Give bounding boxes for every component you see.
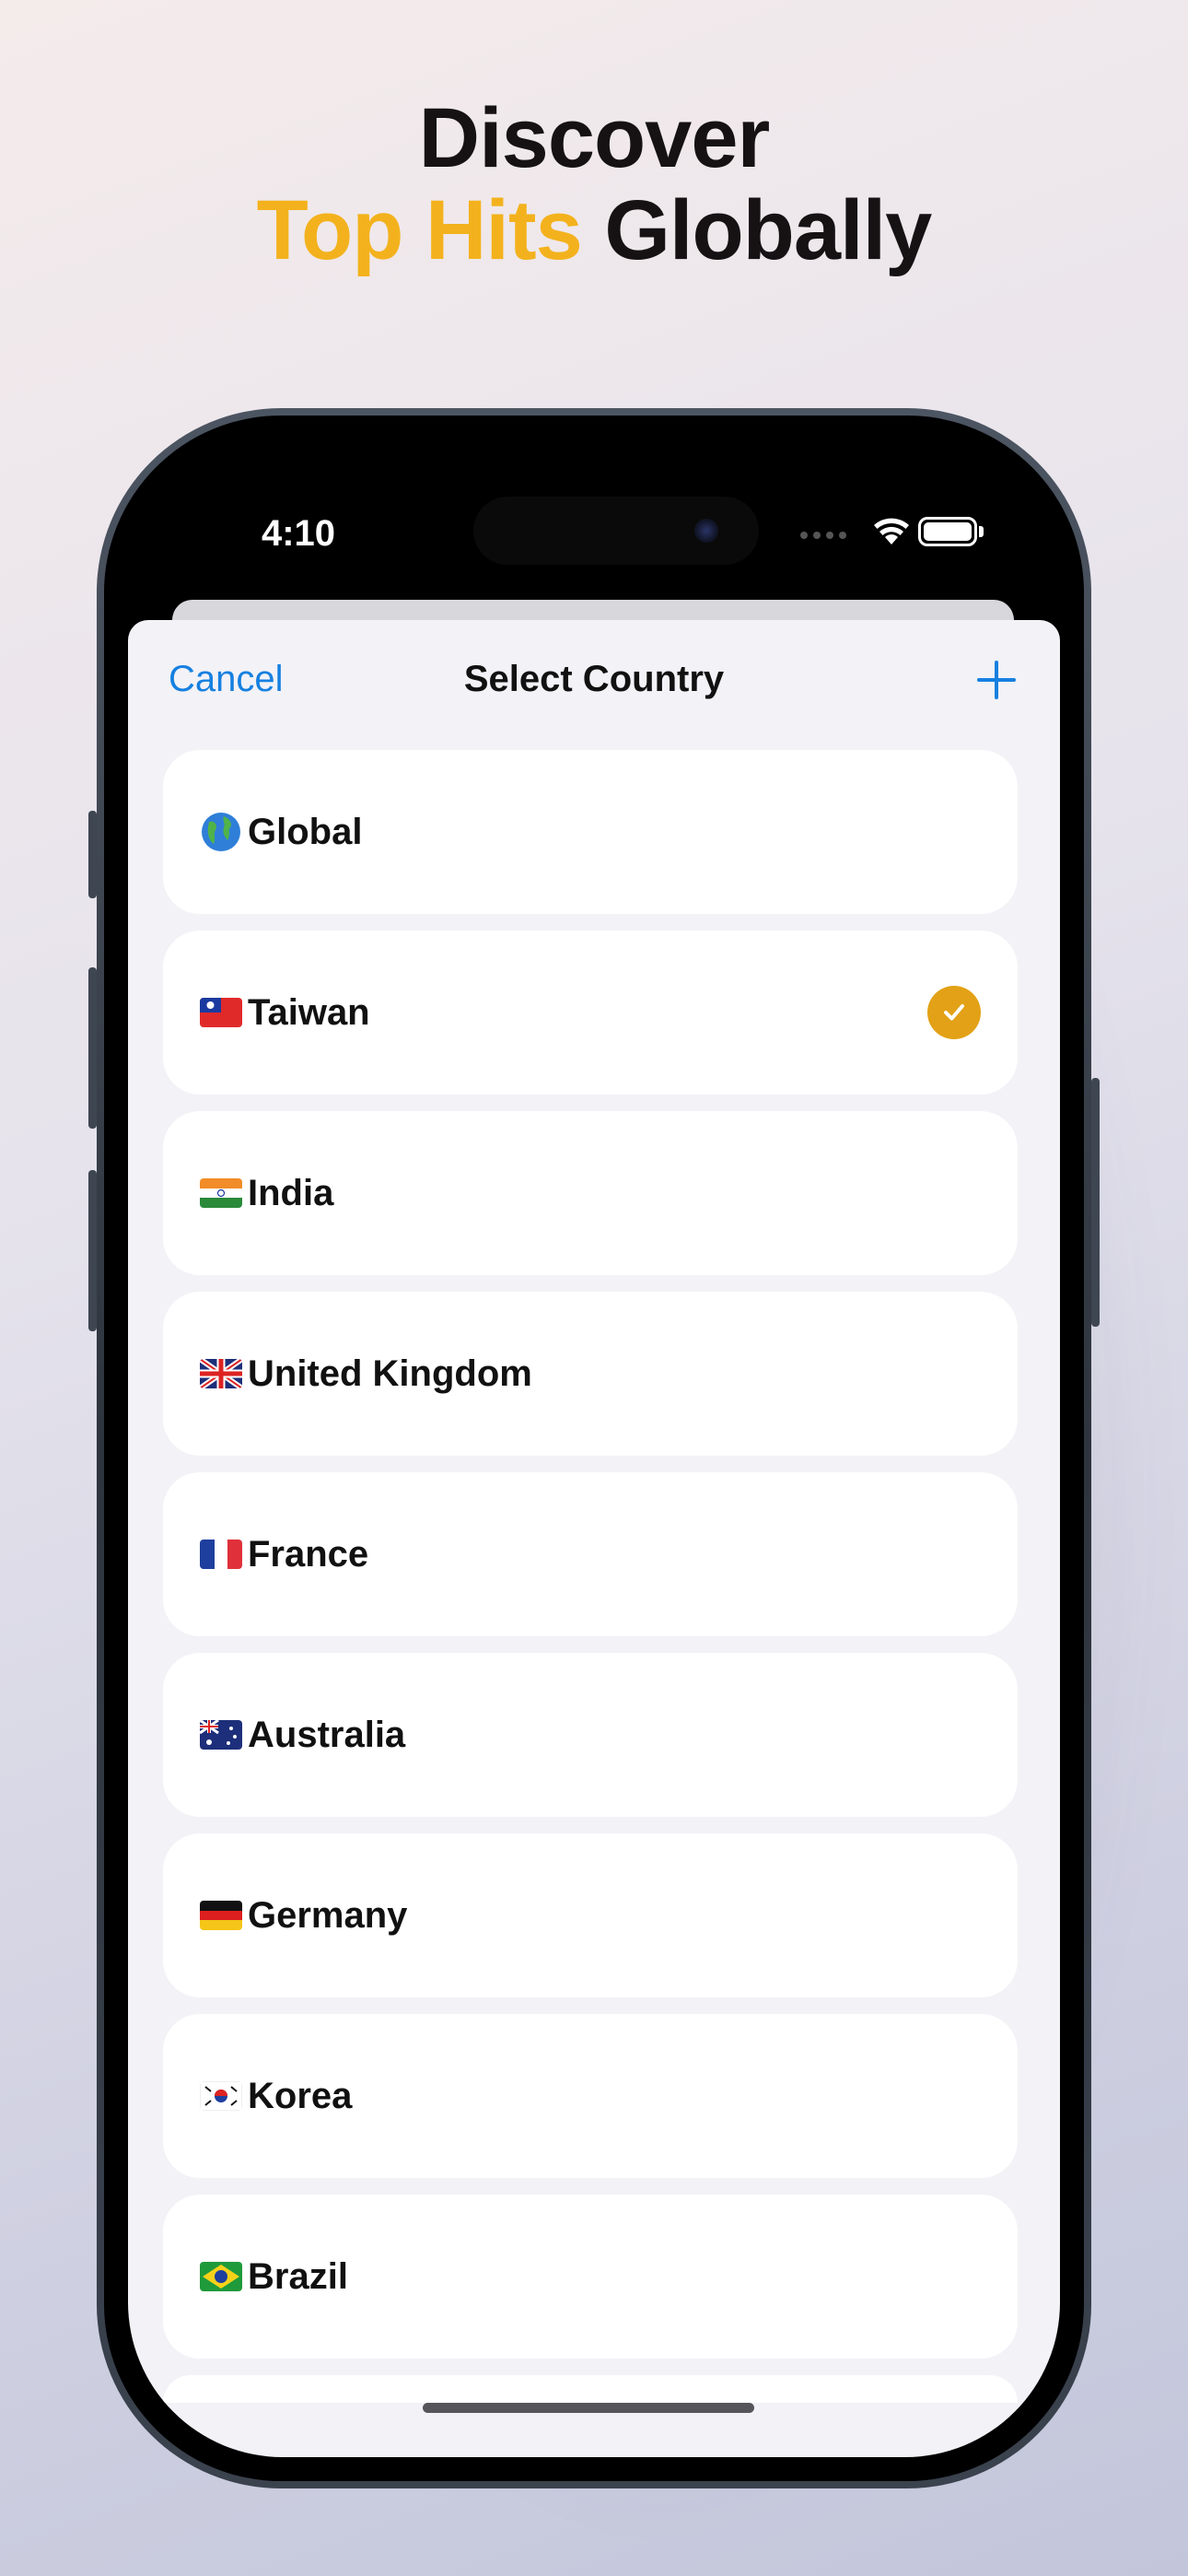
promo-headline: Discover Top Hits Globally [0,92,1188,276]
power-button [1091,1078,1100,1327]
country-row-de[interactable]: Germany [163,1833,1018,1997]
country-row-kr[interactable]: Korea [163,2014,1018,2178]
volume-up-button [88,967,97,1129]
country-name: Global [248,811,363,852]
country-name: France [248,1533,369,1575]
cellular-signal-icon [800,532,846,539]
select-country-sheet: Cancel Select Country Global Taiwan India U… [128,620,1060,2457]
de-flag-icon [200,1901,242,1930]
country-name: Korea [248,2075,353,2116]
volume-down-button [88,1170,97,1331]
tw-flag-icon [200,998,242,1027]
headline-rest: Globally [604,183,932,277]
kr-flag-icon [200,2081,242,2111]
country-name: India [248,1172,334,1213]
br-flag-icon [200,2262,242,2291]
country-row-br[interactable]: Brazil [163,2195,1018,2359]
country-row-in[interactable]: India [163,1111,1018,1275]
gb-flag-icon [200,1359,242,1388]
country-name: United Kingdom [248,1352,532,1394]
country-row-fr[interactable]: France [163,1472,1018,1636]
home-indicator [423,2403,754,2413]
country-list: Global Taiwan India United Kingdom France Aus… [163,750,1018,2419]
phone-bezel: 4:10 Cancel Select Country Global Taiwan… [104,416,1084,2481]
checkmark-icon [927,986,981,1039]
phone-frame: 4:10 Cancel Select Country Global Taiwan… [97,408,1091,2488]
country-row-au[interactable]: Australia [163,1653,1018,1817]
headline-accent: Top Hits [256,183,583,277]
country-row-partial[interactable] [163,2375,1018,2403]
camera-icon [694,519,718,543]
battery-icon [918,517,977,546]
in-flag-icon [200,1178,242,1208]
sheet-title: Select Country [463,659,725,699]
country-row-globe[interactable]: Global [163,750,1018,914]
sheet-nav-bar: Cancel Select Country [128,620,1060,740]
headline-line-2: Top Hits Globally [0,184,1188,276]
country-name: Australia [248,1714,406,1755]
fr-flag-icon [200,1540,242,1569]
country-name: Taiwan [248,991,370,1033]
au-flag-icon [200,1720,242,1750]
headline-line-1: Discover [418,91,771,185]
status-time: 4:10 [261,513,336,554]
country-row-gb[interactable]: United Kingdom [163,1292,1018,1456]
country-name: Germany [248,1894,408,1936]
country-name: Brazil [248,2255,348,2297]
globe-icon [200,811,242,853]
plus-icon [977,661,1016,699]
phone-screen: 4:10 Cancel Select Country Global Taiwan… [128,439,1060,2457]
country-row-tw[interactable]: Taiwan [163,931,1018,1095]
action-button [88,811,97,898]
wifi-icon [874,518,909,544]
battery-tip [979,526,984,537]
add-button[interactable] [973,657,1019,703]
